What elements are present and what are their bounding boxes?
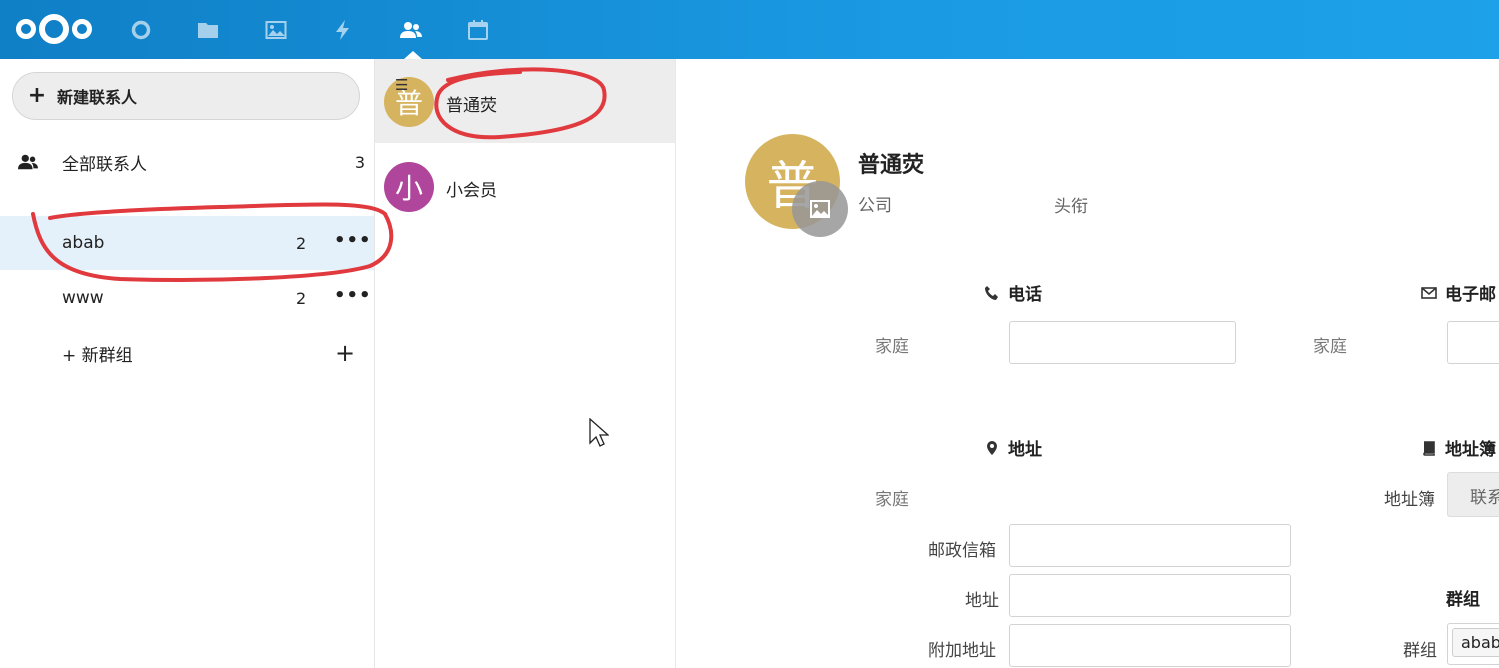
group-count: 2 [296, 288, 307, 308]
phone-type-select[interactable]: 家庭 [875, 332, 909, 357]
street-label: 地址 [965, 591, 999, 611]
group-count: 2 [296, 233, 307, 253]
sidebar-item-label: 全部联系人 [62, 154, 147, 175]
new-contact-label: 新建联系人 [57, 88, 138, 107]
company-field[interactable]: 公司 [858, 191, 892, 216]
address-section-title: 地址 [984, 435, 1042, 460]
groups-section-title: 群组 [1446, 590, 1480, 610]
section-label: 电子邮 [1445, 285, 1496, 305]
dashboard-icon[interactable] [124, 13, 158, 47]
email-section-title: 电子邮 [1421, 280, 1496, 305]
calendar-icon[interactable] [461, 13, 495, 47]
group-tag[interactable]: abab [1452, 628, 1499, 657]
extended-address-label: 附加地址 [928, 641, 996, 661]
phone-section-title: 电话 [984, 280, 1042, 305]
photos-icon[interactable] [259, 13, 293, 47]
po-box-label: 邮政信箱 [928, 541, 996, 561]
groups-label: 群组 [1403, 641, 1437, 661]
activity-icon[interactable] [326, 13, 360, 47]
files-icon[interactable] [191, 13, 225, 47]
addressbook-section-title: 地址簿 [1421, 435, 1496, 460]
title-field[interactable]: 头衔 [1054, 192, 1088, 217]
email-icon [1421, 286, 1437, 299]
addressbook-select[interactable]: 联系 [1447, 472, 1499, 517]
contact-name: 普通荧 [446, 96, 497, 116]
list-item[interactable]: 普 ☰ 普通荧 [375, 59, 675, 143]
address-type-select[interactable]: 家庭 [875, 485, 909, 510]
image-icon [810, 200, 830, 218]
group-label: www [62, 288, 104, 308]
sidebar-group-www[interactable]: www 2 ••• [0, 271, 374, 325]
addressbook-label: 地址簿 [1384, 490, 1435, 510]
navigation-sidebar: + 新建联系人 全部联系人 3 abab 2 ••• www 2 ••• + 新… [0, 59, 375, 668]
list-item[interactable]: 小 小会员 [375, 144, 675, 228]
plus-icon: + [27, 83, 47, 108]
active-app-indicator [404, 51, 422, 59]
groups-select[interactable]: abab [1447, 623, 1499, 665]
phone-icon [985, 285, 998, 300]
change-photo-button[interactable] [792, 181, 848, 237]
section-label: 地址簿 [1445, 440, 1496, 460]
book-icon [1423, 440, 1435, 456]
phone-input[interactable] [1009, 321, 1236, 364]
contact-count: 3 [354, 152, 365, 172]
section-label: 地址 [1008, 440, 1042, 460]
more-options-icon[interactable]: ••• [334, 285, 372, 306]
hamburger-menu-icon[interactable]: ☰ [395, 76, 408, 94]
sidebar-group-abab[interactable]: abab 2 ••• [0, 216, 374, 270]
location-icon [987, 440, 997, 455]
avatar: 普 [384, 77, 434, 127]
section-label: 电话 [1008, 285, 1042, 305]
po-box-input[interactable] [1009, 524, 1291, 567]
nextcloud-logo-icon[interactable] [14, 11, 94, 47]
new-group-label: + 新群组 [62, 345, 133, 366]
contact-name: 小会员 [446, 181, 497, 201]
contact-name-field[interactable]: 普通荧 [858, 147, 924, 179]
contacts-icon [18, 154, 38, 170]
more-options-icon[interactable]: ••• [334, 230, 372, 251]
new-group-item[interactable]: + 新群组 + [0, 326, 374, 380]
group-label: abab [62, 233, 105, 253]
contacts-icon[interactable] [394, 13, 428, 47]
contact-list: 普 ☰ 普通荧 小 小会员 [375, 59, 676, 668]
sidebar-item-all-contacts[interactable]: 全部联系人 3 [0, 135, 374, 189]
add-group-icon[interactable]: + [335, 341, 355, 365]
extended-address-input[interactable] [1009, 624, 1291, 667]
email-input[interactable] [1447, 321, 1499, 364]
street-input[interactable] [1009, 574, 1291, 617]
top-header [0, 0, 1499, 59]
avatar: 小 [384, 162, 434, 212]
contact-details: 普 普通荧 公司 头衔 电话 家庭 电子邮 家庭 地址 家庭 邮政信箱 地址 附… [676, 59, 1499, 668]
mouse-cursor-icon [589, 418, 609, 447]
email-type-select[interactable]: 家庭 [1313, 332, 1347, 357]
new-contact-button[interactable]: + 新建联系人 [12, 72, 360, 120]
